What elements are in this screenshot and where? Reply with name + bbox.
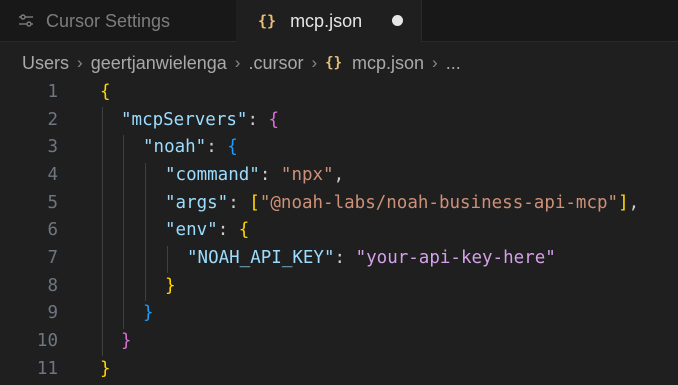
colon: : — [228, 192, 250, 213]
json-string-value: "your-api-key-here" — [355, 248, 556, 269]
breadcrumb-item-cursor[interactable]: .cursor — [248, 53, 303, 74]
chevron-right-icon: › — [77, 53, 83, 72]
line-number: 1 — [47, 81, 58, 102]
line-number: 7 — [47, 248, 58, 269]
open-brace: { — [100, 81, 111, 102]
json-braces-icon: {} — [325, 55, 343, 71]
line-number: 3 — [47, 137, 58, 158]
breadcrumb-item-user[interactable]: geertjanwielenga — [91, 53, 227, 74]
open-brace: { — [227, 137, 238, 158]
line-number: 11 — [36, 358, 58, 379]
line-number: 9 — [47, 303, 58, 324]
code-line: 1 { — [0, 78, 678, 106]
code-line: 5 "args": ["@noah-labs/noah-business-api… — [0, 189, 678, 217]
tab-label: mcp.json — [290, 10, 363, 31]
tab-mcp-json[interactable]: {} mcp.json — [236, 0, 422, 42]
breadcrumb-item-more[interactable]: ... — [446, 53, 461, 74]
code-line: 7 "NOAH_API_KEY": "your-api-key-here" — [0, 244, 678, 272]
colon: : — [259, 164, 281, 185]
json-string-value: "@noah-labs/noah-business-api-mcp" — [259, 192, 619, 213]
code-line: 9 } — [0, 300, 678, 328]
json-string-value: "npx" — [280, 164, 334, 185]
close-brace: } — [121, 331, 132, 352]
settings-sliders-icon — [18, 14, 34, 28]
colon: : — [206, 137, 228, 158]
colon: : — [334, 248, 356, 269]
json-key: "command" — [165, 164, 260, 185]
breadcrumb: Users › geertjanwielenga › .cursor › {} … — [22, 48, 461, 78]
tab-cursor-settings[interactable]: Cursor Settings — [0, 0, 236, 42]
tab-bar: Cursor Settings {} mcp.json — [0, 0, 678, 42]
colon: : — [217, 220, 239, 241]
code-line: 10 } — [0, 327, 678, 355]
code-line: 2 "mcpServers": { — [0, 106, 678, 134]
code-line: 8 } — [0, 272, 678, 300]
code-editor[interactable]: 1 { 2 "mcpServers": { 3 "noah": { 4 "com… — [0, 78, 678, 385]
open-brace: { — [268, 109, 280, 130]
comma: , — [628, 192, 640, 213]
open-brace: { — [238, 220, 250, 241]
json-key: "args" — [165, 192, 229, 213]
breadcrumb-item-users[interactable]: Users — [22, 53, 69, 74]
chevron-right-icon: › — [311, 53, 318, 72]
close-brace: } — [100, 358, 111, 379]
tab-label: Cursor Settings — [46, 10, 171, 31]
open-bracket: [ — [249, 192, 260, 213]
code-line: 6 "env": { — [0, 217, 678, 245]
unsaved-dot-icon[interactable] — [392, 15, 403, 26]
colon: : — [247, 109, 269, 130]
code-line: 11 } — [0, 355, 678, 383]
comma: , — [333, 164, 345, 185]
code-line: 3 "noah": { — [0, 133, 678, 161]
json-key: "mcpServers" — [121, 109, 248, 130]
line-number: 6 — [47, 220, 58, 241]
line-number: 4 — [47, 164, 58, 185]
json-key: "NOAH_API_KEY" — [187, 248, 335, 269]
line-number: 8 — [47, 275, 58, 296]
line-number: 10 — [36, 331, 58, 352]
json-key: "noah" — [143, 137, 207, 158]
close-brace: } — [143, 303, 154, 324]
json-braces-icon: {} — [258, 12, 277, 30]
close-brace: } — [165, 275, 176, 296]
close-bracket: ] — [618, 192, 629, 213]
json-key: "env" — [165, 220, 218, 241]
line-number: 5 — [47, 192, 58, 213]
line-number: 2 — [47, 109, 58, 130]
chevron-right-icon: › — [234, 53, 241, 72]
code-line: 4 "command": "npx", — [0, 161, 678, 189]
breadcrumb-item-file[interactable]: mcp.json — [352, 53, 424, 74]
chevron-right-icon: › — [432, 53, 438, 72]
